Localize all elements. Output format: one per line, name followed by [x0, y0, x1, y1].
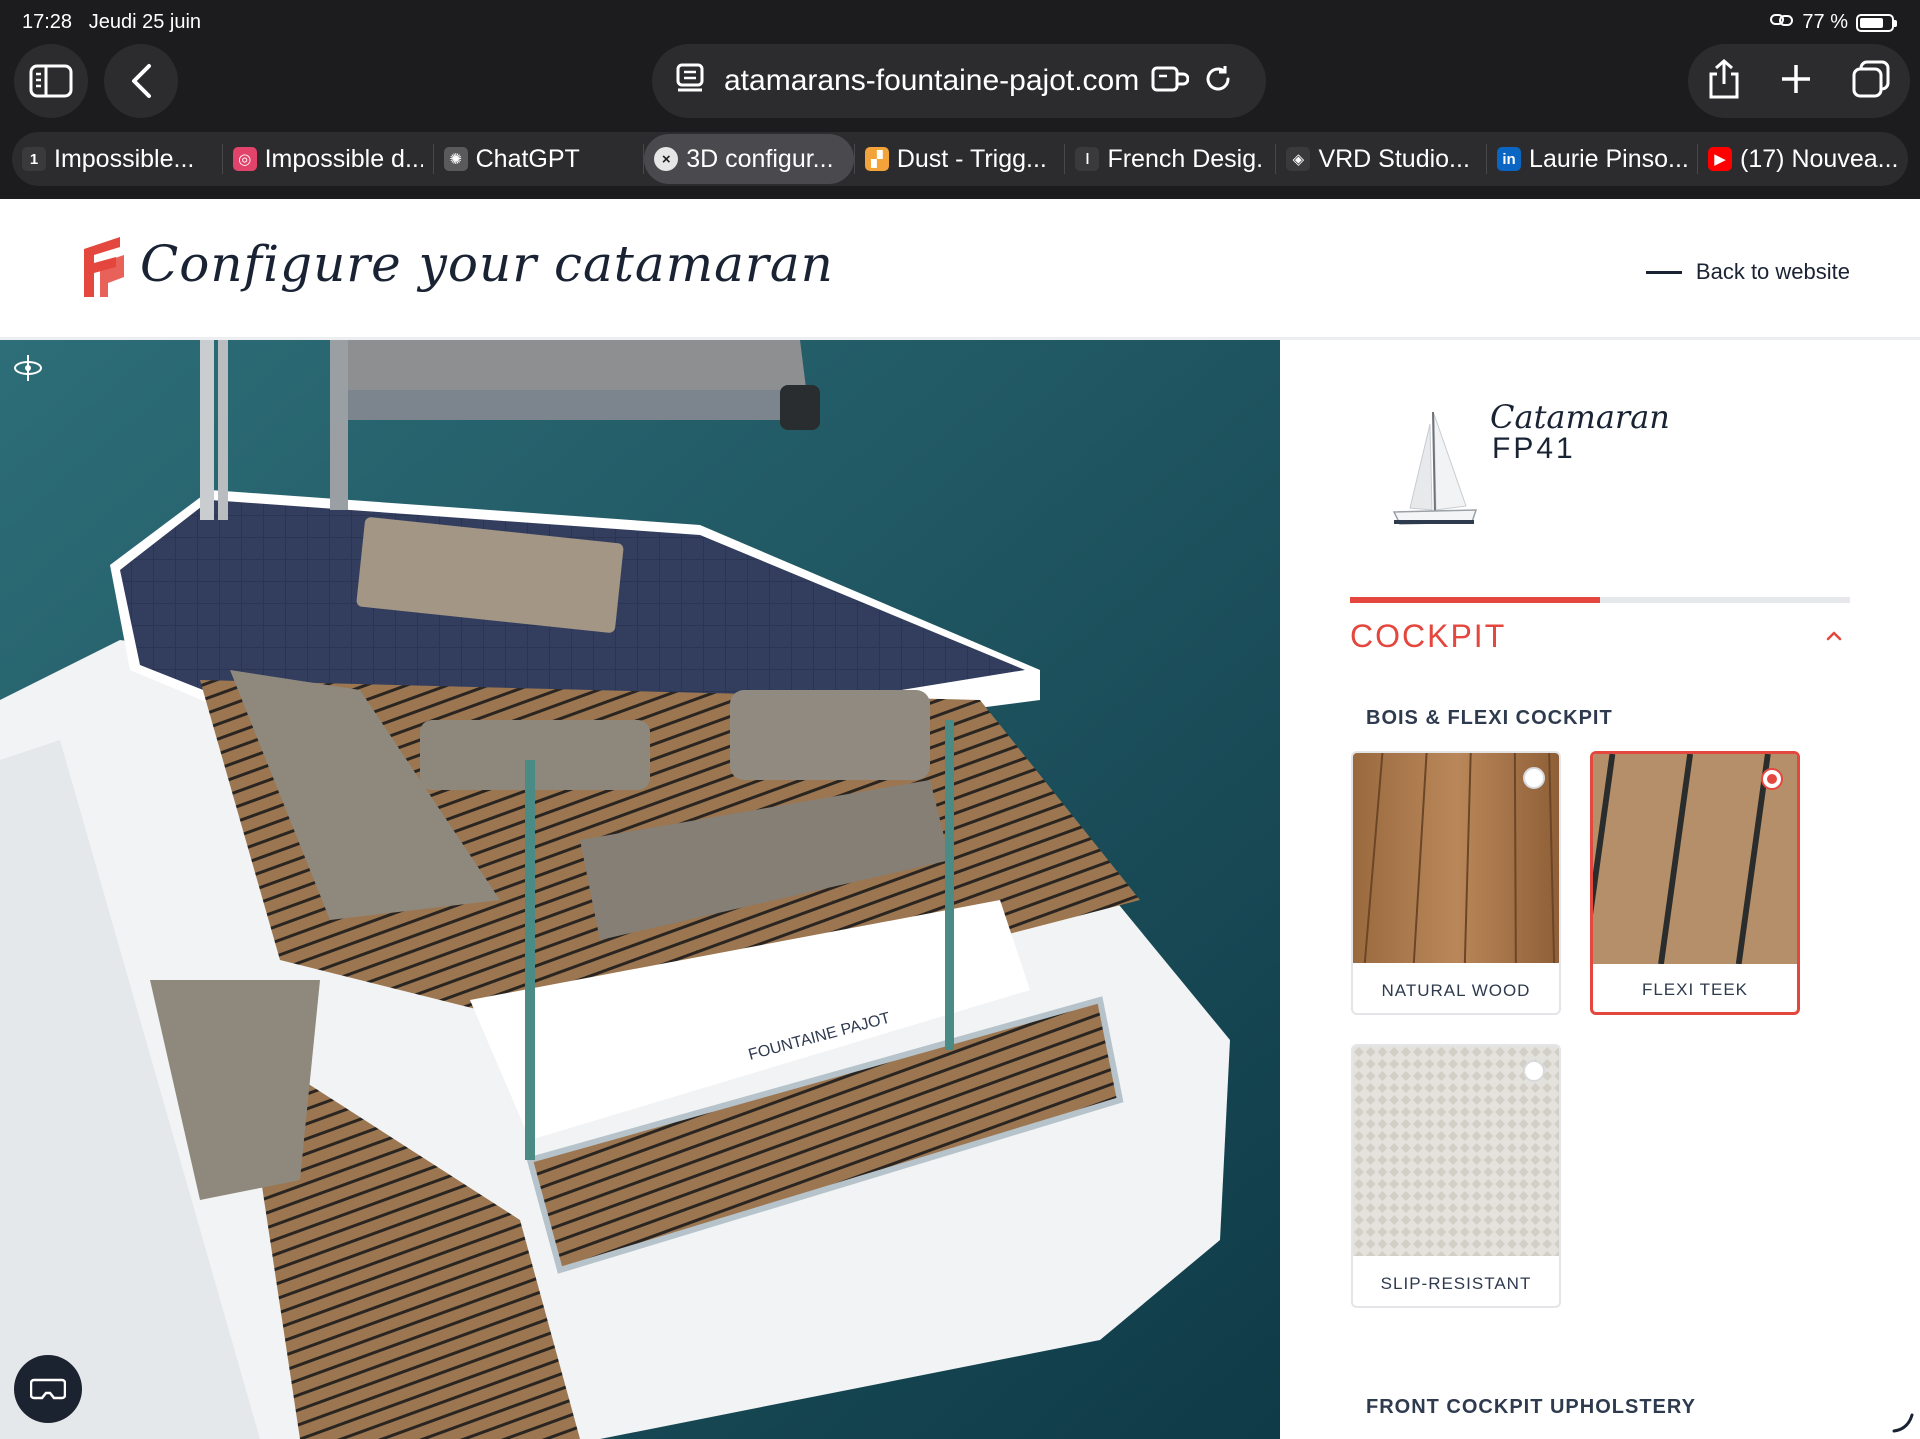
chevron-up-icon[interactable]	[1824, 625, 1844, 645]
share-button[interactable]	[1707, 58, 1741, 105]
tab-bar: 1 Impossible... ◎ Impossible d... ✺ ChatGPT × 3…	[12, 132, 1908, 186]
sidebar-icon	[29, 64, 73, 98]
back-to-website-link[interactable]: Back to website	[1645, 259, 1850, 285]
favicon-icon: ▞	[864, 147, 889, 171]
option-label: FLEXI TEEK	[1641, 980, 1749, 999]
tab-label: (17) Nouvea...	[1740, 144, 1899, 173]
fountaine-pajot-logo[interactable]	[78, 233, 128, 301]
resize-handle-icon[interactable]	[1890, 1409, 1914, 1433]
plus-icon	[1782, 64, 1810, 93]
browser-tab-active[interactable]: × 3D configur...	[644, 134, 854, 184]
date: Jeudi 25 juin	[88, 11, 202, 33]
browser-tab[interactable]: ✺ ChatGPT	[434, 134, 644, 184]
favicon-icon: ◎	[232, 147, 257, 171]
browser-tab[interactable]: ◎ Impossible d...	[223, 134, 433, 184]
browser-tab[interactable]: ǀ French Desig...	[1065, 134, 1275, 184]
model-name: FP41	[1492, 432, 1576, 465]
sidebar-toggle-button[interactable]	[14, 44, 88, 118]
next-option-group-title: FRONT COCKPIT UPHOLSTERY	[1366, 1396, 1696, 1418]
section-title-cockpit[interactable]: COCKPIT	[1350, 618, 1506, 655]
status-time: 17:28 Jeudi 25 juin	[22, 11, 201, 34]
page-menu-icon[interactable]	[676, 63, 706, 100]
radio-natural-wood[interactable]	[1523, 767, 1545, 789]
battery-icon	[1856, 13, 1897, 32]
tab-label: French Desig...	[1107, 144, 1266, 173]
vr-headset-icon	[30, 1378, 66, 1400]
tabs-icon	[1852, 60, 1890, 97]
browser-tab[interactable]: in Laurie Pinso...	[1487, 134, 1697, 184]
favicon-icon: ✺	[443, 147, 468, 171]
favicon-icon: 1	[22, 147, 46, 171]
tabs-overview-button[interactable]	[1851, 59, 1891, 104]
extensions-icon[interactable]	[1151, 64, 1190, 99]
url-text[interactable]: atamarans-fountaine-pajot.com	[724, 64, 1139, 98]
tab-label: Laurie Pinso...	[1529, 144, 1688, 173]
dash-icon	[1645, 270, 1682, 274]
favicon-icon: ◈	[1286, 147, 1311, 171]
config-panel: Catamaran FP41 COCKPIT BOIS & FLEXI COCK…	[1280, 340, 1920, 1439]
model-kicker: Catamaran	[1490, 398, 1670, 436]
share-icon	[1709, 58, 1739, 98]
tab-label: VRD Studio...	[1318, 144, 1470, 173]
clock: 17:28	[22, 11, 73, 33]
site-header: Configure your catamaran Back to website	[0, 199, 1920, 340]
tab-label: Dust - Trigg...	[896, 144, 1047, 173]
option-slip-resistant[interactable]: SLIP-RESISTANT	[1351, 1044, 1561, 1308]
status-right: 77 %	[1770, 11, 1897, 34]
favicon-icon: ǀ	[1075, 147, 1100, 171]
toolbar-right-group	[1688, 44, 1910, 118]
favicon-icon: in	[1497, 147, 1522, 171]
option-natural-wood[interactable]: NATURAL WOOD	[1351, 751, 1561, 1015]
config-progress-bar	[1350, 597, 1850, 603]
vr-mode-button[interactable]	[14, 1355, 82, 1423]
address-bar[interactable]: atamarans-fountaine-pajot.com	[652, 44, 1266, 118]
option-group-title: BOIS & FLEXI COCKPIT	[1366, 707, 1613, 729]
favicon-icon: ▶	[1708, 147, 1733, 171]
orbit-icon[interactable]	[12, 352, 44, 384]
radio-flexi-teek[interactable]	[1761, 768, 1783, 790]
close-tab-icon[interactable]: ×	[654, 147, 679, 171]
browser-tab[interactable]: 1 Impossible...	[12, 134, 222, 184]
chevron-left-icon	[132, 64, 151, 98]
tab-label: ChatGPT	[475, 144, 580, 173]
tab-label: Impossible...	[54, 144, 195, 173]
catamaran-thumbnail	[1392, 411, 1478, 525]
catamaran-render: FOUNTAINE PAJOT	[0, 340, 1280, 1439]
option-label: SLIP-RESISTANT	[1380, 1274, 1532, 1293]
new-tab-button[interactable]	[1779, 62, 1813, 101]
reload-icon[interactable]	[1203, 64, 1233, 99]
web-page: Configure your catamaran Back to website	[0, 199, 1920, 1439]
tab-label: Impossible d...	[264, 144, 423, 173]
back-link-label: Back to website	[1695, 259, 1850, 284]
option-label: NATURAL WOOD	[1381, 981, 1531, 1000]
battery-percent: 77 %	[1802, 11, 1848, 33]
tab-label: 3D configur...	[686, 144, 834, 173]
status-bar: 17:28 Jeudi 25 juin 77 %	[0, 0, 1920, 42]
browser-tab[interactable]: ◈ VRD Studio...	[1276, 134, 1486, 184]
option-flexi-teek[interactable]: FLEXI TEEK	[1590, 751, 1800, 1015]
3d-viewer[interactable]: FOUNTAINE PAJOT	[0, 340, 1280, 1439]
back-button[interactable]	[104, 44, 178, 118]
page-title: Configure your catamaran	[140, 235, 834, 293]
radio-slip-resistant[interactable]	[1523, 1060, 1545, 1082]
browser-tab[interactable]: ▶ (17) Nouvea...	[1698, 134, 1908, 184]
browser-tab[interactable]: ▞ Dust - Trigg...	[855, 134, 1065, 184]
link-icon	[1770, 11, 1794, 34]
